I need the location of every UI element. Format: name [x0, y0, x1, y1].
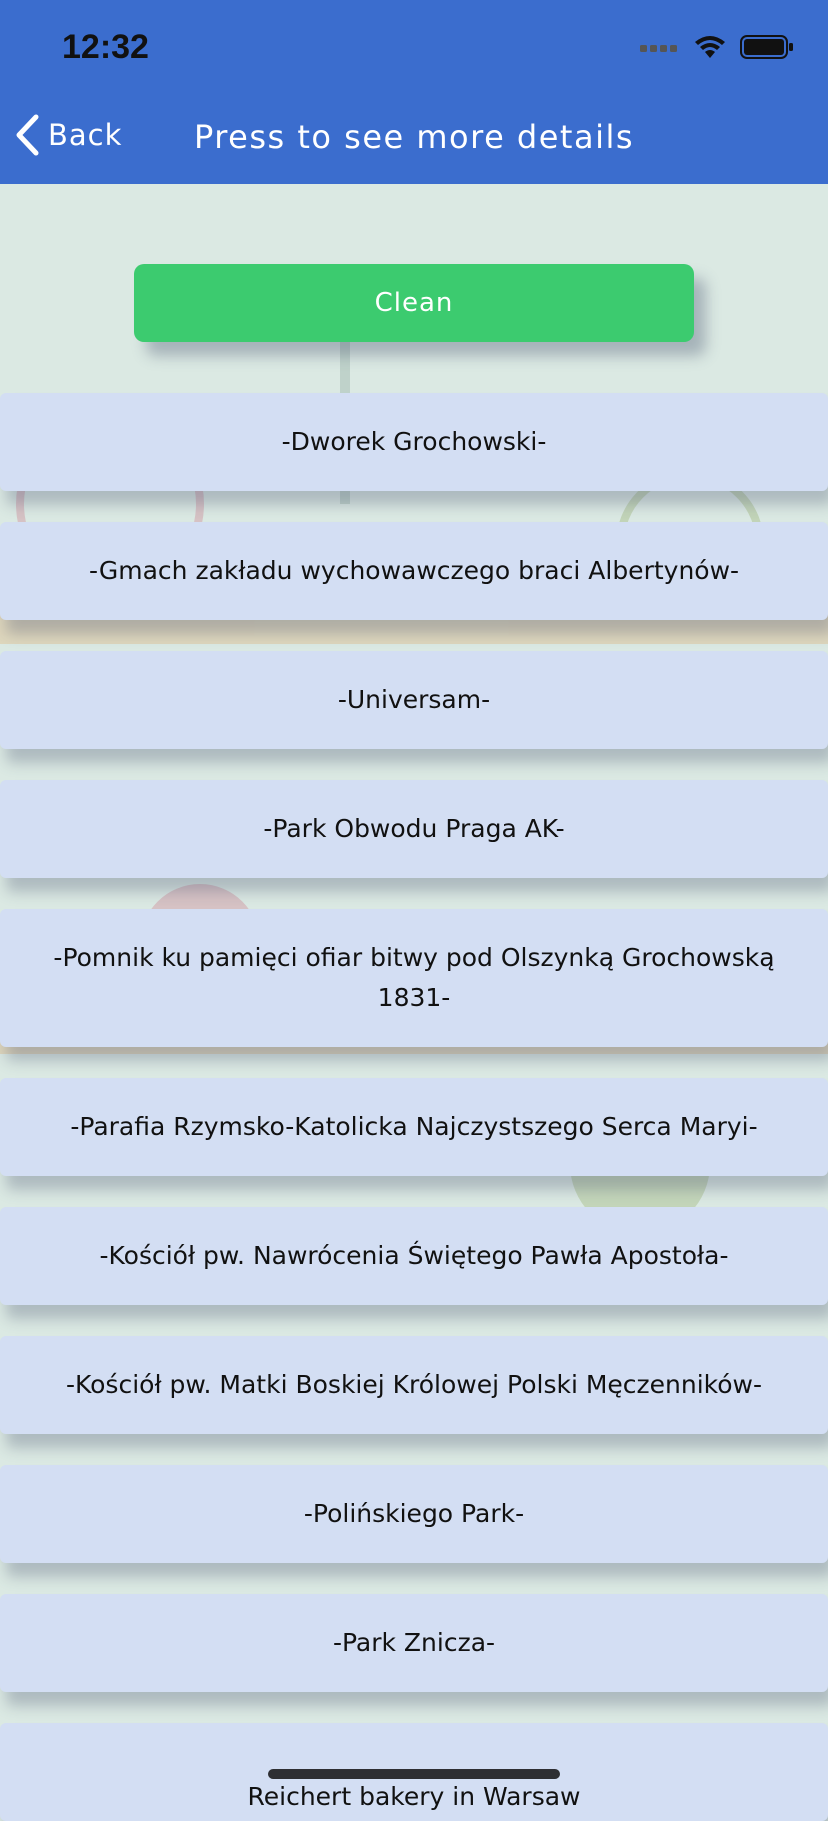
- signal-dots-icon: [640, 45, 677, 52]
- status-time: 12:32: [62, 28, 149, 66]
- battery-icon: [740, 35, 793, 59]
- list-item[interactable]: -Parafia Rzymsko-Katolicka Najczystszego…: [0, 1078, 828, 1176]
- list-item[interactable]: -Polińskiego Park-: [0, 1465, 828, 1563]
- wifi-icon: [695, 36, 725, 58]
- list-item[interactable]: -Park Znicza-: [0, 1594, 828, 1692]
- navigation-bar: Back Press to see more details: [0, 96, 828, 184]
- list-item[interactable]: -Universam-: [0, 651, 828, 749]
- status-icons: [640, 34, 794, 60]
- list-item[interactable]: -Pomnik ku pamięci ofiar bitwy pod Olszy…: [0, 909, 828, 1047]
- list-item[interactable]: -Dworek Grochowski-: [0, 393, 828, 491]
- page-title: Press to see more details: [193, 118, 635, 156]
- home-indicator[interactable]: [268, 1769, 560, 1779]
- clean-button[interactable]: Clean: [134, 264, 694, 342]
- list-item[interactable]: -Kościół pw. Matki Boskiej Królowej Pols…: [0, 1336, 828, 1434]
- list-item[interactable]: -Park Obwodu Praga AK-: [0, 780, 828, 878]
- list-item[interactable]: -Kościół pw. Nawrócenia Świętego Pawła A…: [0, 1207, 828, 1305]
- list-item[interactable]: -Gmach zakładu wychowawczego braci Alber…: [0, 522, 828, 620]
- status-bar: 12:32: [0, 0, 828, 96]
